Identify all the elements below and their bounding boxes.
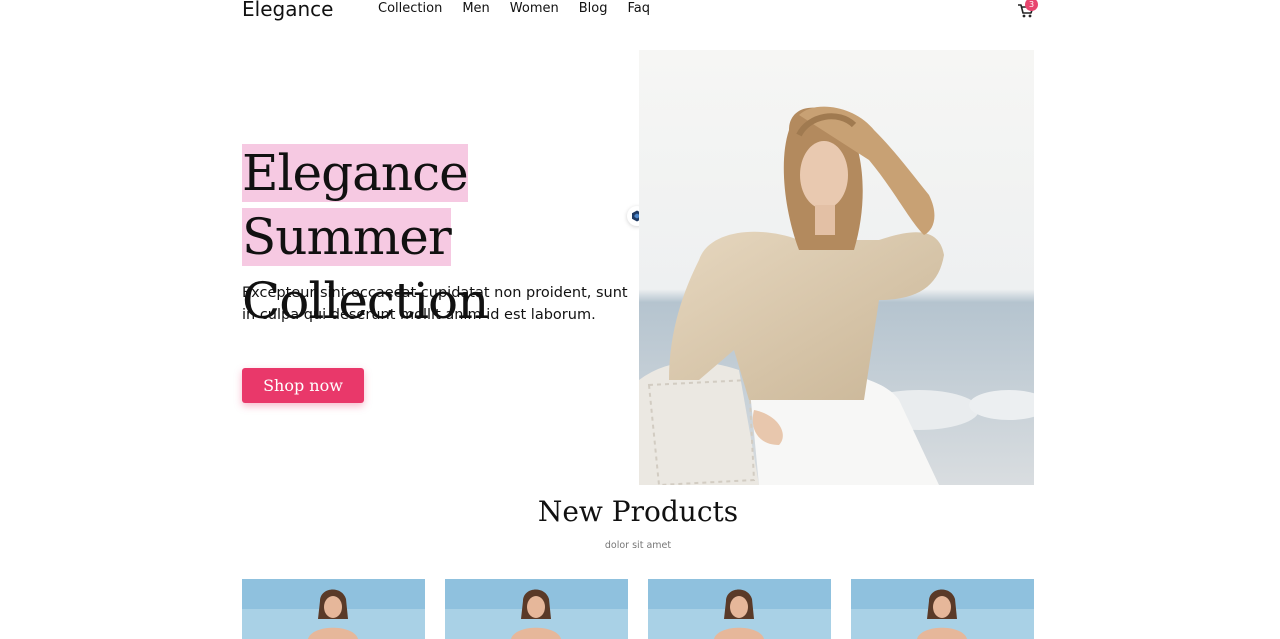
product-card-image[interactable] — [648, 579, 831, 639]
hero-model-image — [639, 50, 1034, 485]
nav-collection[interactable]: Collection — [378, 1, 442, 16]
product-card-image[interactable] — [242, 579, 425, 639]
hero-description: Excepteur sint occaecat cupidatat non pr… — [242, 285, 628, 323]
cart-count-badge: 3 — [1025, 0, 1038, 11]
brand-logo[interactable]: Elegance — [242, 0, 333, 21]
product-card-image[interactable] — [445, 579, 628, 639]
shop-now-button[interactable]: Shop now — [242, 368, 364, 403]
nav-men[interactable]: Men — [462, 1, 489, 16]
nav-women[interactable]: Women — [510, 1, 559, 16]
new-products-title: New Products — [537, 495, 739, 528]
nav-faq[interactable]: Faq — [627, 1, 650, 16]
nav-blog[interactable]: Blog — [579, 1, 608, 16]
product-card-image[interactable] — [851, 579, 1034, 639]
hero-title-highlight: Elegance Summer — [242, 144, 469, 266]
new-products-subtitle: dolor sit amet — [604, 540, 672, 551]
main-nav: Collection Men Women Blog Faq — [378, 1, 650, 16]
